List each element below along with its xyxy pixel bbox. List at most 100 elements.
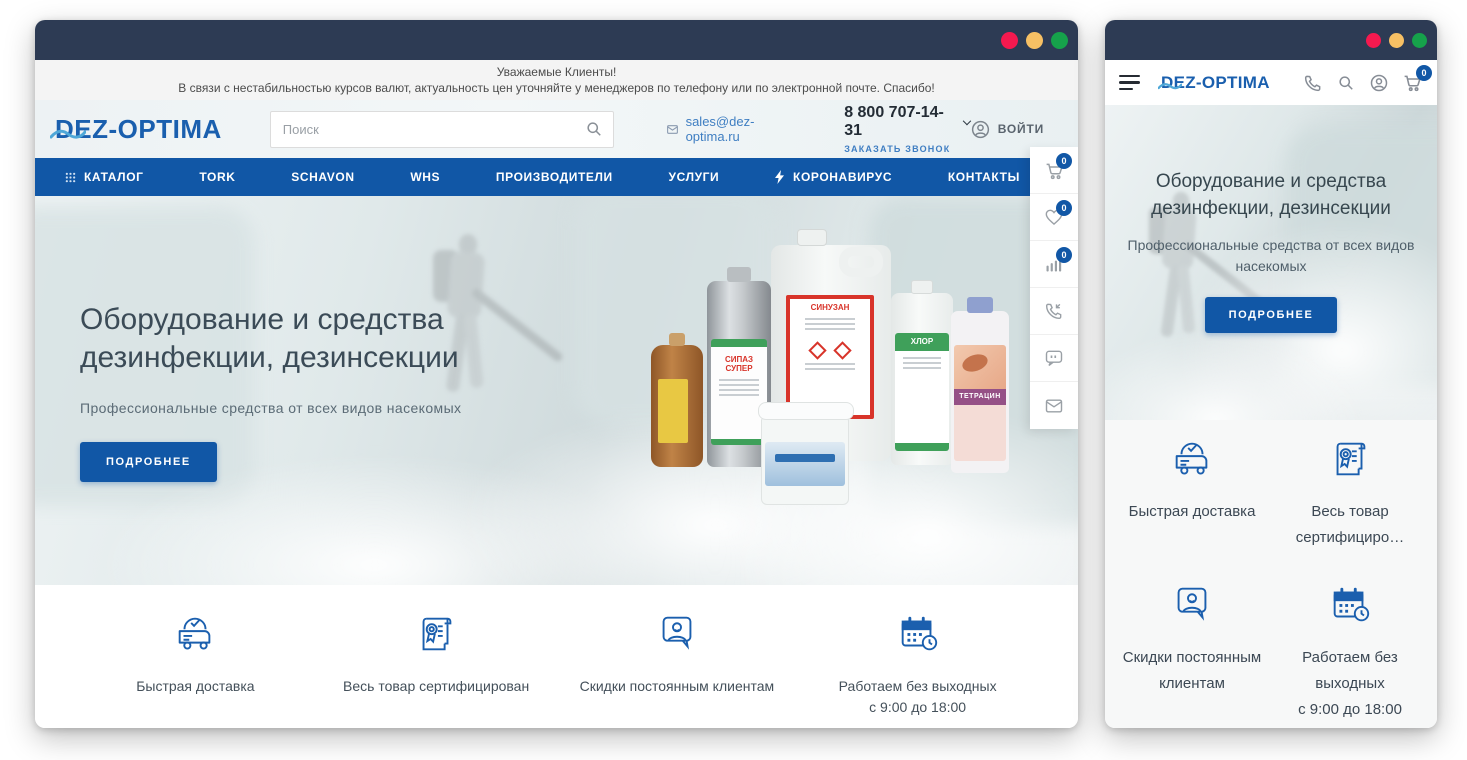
certificate-icon <box>413 644 459 661</box>
search-icon[interactable] <box>584 119 604 144</box>
mobile-features-grid: Быстрая доставка Весь товар сертифициро…… <box>1105 420 1437 728</box>
product-label: ТЕТРАЦИН <box>954 389 1006 405</box>
hamburger-menu-icon[interactable] <box>1119 75 1141 91</box>
nav-item-coronavirus[interactable]: КОРОНАВИРУС <box>775 170 892 184</box>
search-box <box>270 111 614 148</box>
minimize-button[interactable] <box>1026 32 1043 49</box>
phone-block: 8 800 707-14-31 ЗАКАЗАТЬ ЗВОНОК <box>844 104 970 154</box>
hero-subtitle: Профессиональные средства от всех видов … <box>1121 235 1421 277</box>
account-icon <box>970 119 991 140</box>
site-logo[interactable]: DEZ-OPTIMA <box>55 114 222 145</box>
product-bottles-image: СИНУЗАН СИПАЗ СУПЕР ХЛОР <box>623 207 1023 537</box>
envelope-icon <box>666 123 679 136</box>
feature-label: Работаем без выходныхс 9:00 до 18:00 <box>797 676 1038 718</box>
certificate-icon <box>1327 469 1373 486</box>
login-label: ВОЙТИ <box>998 122 1044 136</box>
feature-label: Скидки постоянным клиентам <box>1113 645 1271 698</box>
product-tub <box>761 415 849 505</box>
nav-item-tork[interactable]: TORK <box>199 170 235 184</box>
nav-item-services[interactable]: УСЛУГИ <box>669 170 720 184</box>
nav-item-whs[interactable]: WHS <box>410 170 440 184</box>
account-icon[interactable] <box>1369 73 1389 93</box>
feature-label: Весь товар сертифицирован <box>316 676 557 697</box>
nav-item-schavon[interactable]: SCHAVON <box>291 170 354 184</box>
wishlist-count-badge: 0 <box>1056 200 1072 216</box>
feature-label: Весь товар сертифициро… <box>1271 499 1429 552</box>
header-email-text: sales@dez-optima.ru <box>686 114 803 144</box>
feature-label: Скидки постоянным клиентам <box>557 676 798 697</box>
feature-working-hours: Работаем без выходныхс 9:00 до 18:00 <box>797 611 1038 728</box>
product-bottle-purple: ТЕТРАЦИН <box>951 311 1009 473</box>
site-header: DEZ-OPTIMA sales@dez-optima.ru 8 800 707… <box>35 100 1078 158</box>
feature-certified: Весь товар сертифицирован <box>316 611 557 728</box>
notice-line1: Уважаемые Клиенты! <box>35 65 1078 79</box>
callback-panel-button[interactable] <box>1030 288 1078 335</box>
phone-icon[interactable] <box>1303 73 1323 93</box>
notice-bar: Уважаемые Клиенты! В связи с нестабильно… <box>35 60 1078 100</box>
wishlist-panel-button[interactable]: 0 <box>1030 194 1078 241</box>
grid-icon <box>65 172 76 183</box>
features-row: Быстрая доставка Весь товар сертифициров… <box>35 585 1078 728</box>
header-email-link[interactable]: sales@dez-optima.ru <box>666 114 803 144</box>
notice-line2: В связи с нестабильностью курсов валют, … <box>35 81 1078 95</box>
logo-wave-icon <box>1158 81 1182 91</box>
search-input[interactable] <box>270 111 614 148</box>
hero-more-button[interactable]: ПОДРОБНЕЕ <box>1205 297 1338 333</box>
cart-count-badge: 0 <box>1416 65 1432 81</box>
client-bubble-icon <box>654 644 700 661</box>
maximize-button[interactable] <box>1051 32 1068 49</box>
reviews-panel-button[interactable] <box>1030 335 1078 382</box>
truck-icon <box>172 644 218 661</box>
cart-icon[interactable]: 0 <box>1402 72 1423 93</box>
product-label: ХЛОР <box>895 333 949 351</box>
desktop-browser-window: Уважаемые Клиенты! В связи с нестабильно… <box>35 20 1078 728</box>
mobile-hero-banner: Оборудование и средства дезинфекции, дез… <box>1105 105 1437 420</box>
minimize-button[interactable] <box>1389 33 1404 48</box>
product-bottle-green: ХЛОР <box>891 293 953 465</box>
callback-link[interactable]: ЗАКАЗАТЬ ЗВОНОК <box>844 144 970 154</box>
hero-more-button[interactable]: ПОДРОБНЕЕ <box>80 442 217 482</box>
feature-label: Быстрая доставка <box>75 676 316 697</box>
mobile-header-icons: 0 <box>1303 72 1423 93</box>
nav-item-catalog[interactable]: КАТАЛОГ <box>65 170 144 184</box>
hero-text-block: Оборудование и средства дезинфекции, дез… <box>80 301 520 482</box>
mobile-browser-window: DEZ-OPTIMA 0 Оборудование и средства дез… <box>1105 20 1437 728</box>
callback-phone-icon <box>1044 301 1064 321</box>
search-icon[interactable] <box>1336 73 1356 93</box>
mobile-header: DEZ-OPTIMA 0 <box>1105 60 1437 105</box>
hero-title: Оборудование и средства дезинфекции, дез… <box>80 301 520 378</box>
nav-item-manufacturers[interactable]: ПРОИЗВОДИТЕЛИ <box>496 170 613 184</box>
worker-silhouette <box>433 234 477 254</box>
fog <box>1105 330 1365 420</box>
envelope-icon <box>1044 396 1064 416</box>
phone-number[interactable]: 8 800 707-14-31 <box>844 104 970 140</box>
hero-banner: СИНУЗАН СИПАЗ СУПЕР ХЛОР <box>35 196 1078 585</box>
login-button[interactable]: ВОЙТИ <box>970 119 1044 140</box>
feature-label: Работаем без выходныхс 9:00 до 18:00 <box>1271 645 1429 724</box>
desktop-titlebar <box>35 20 1078 60</box>
client-bubble-icon <box>1169 615 1215 632</box>
close-button[interactable] <box>1366 33 1381 48</box>
product-bottle-amber <box>651 345 703 467</box>
nav-item-contacts[interactable]: КОНТАКТЫ <box>948 170 1020 184</box>
maximize-button[interactable] <box>1412 33 1427 48</box>
product-label: СИНУЗАН <box>794 303 866 312</box>
feature-certified: Весь товар сертифициро… <box>1271 436 1429 556</box>
mobile-titlebar <box>1105 20 1437 60</box>
product-label: СИПАЗ СУПЕР <box>711 355 767 373</box>
hero-title: Оборудование и средства дезинфекции, дез… <box>1121 169 1421 222</box>
cart-count-badge: 0 <box>1056 153 1072 169</box>
floating-side-panel: 0 0 0 <box>1030 147 1078 429</box>
email-panel-button[interactable] <box>1030 382 1078 429</box>
site-logo[interactable]: DEZ-OPTIMA <box>1161 73 1270 93</box>
feature-fast-delivery: Быстрая доставка <box>1113 436 1271 556</box>
lightning-icon <box>775 170 785 184</box>
feature-discounts: Скидки постоянным клиентам <box>1113 582 1271 728</box>
close-button[interactable] <box>1001 32 1018 49</box>
chat-bubble-icon <box>1044 348 1064 368</box>
calendar-clock-icon <box>895 644 941 661</box>
cart-panel-button[interactable]: 0 <box>1030 147 1078 194</box>
compare-count-badge: 0 <box>1056 247 1072 263</box>
compare-panel-button[interactable]: 0 <box>1030 241 1078 288</box>
feature-discounts: Скидки постоянным клиентам <box>557 611 798 728</box>
